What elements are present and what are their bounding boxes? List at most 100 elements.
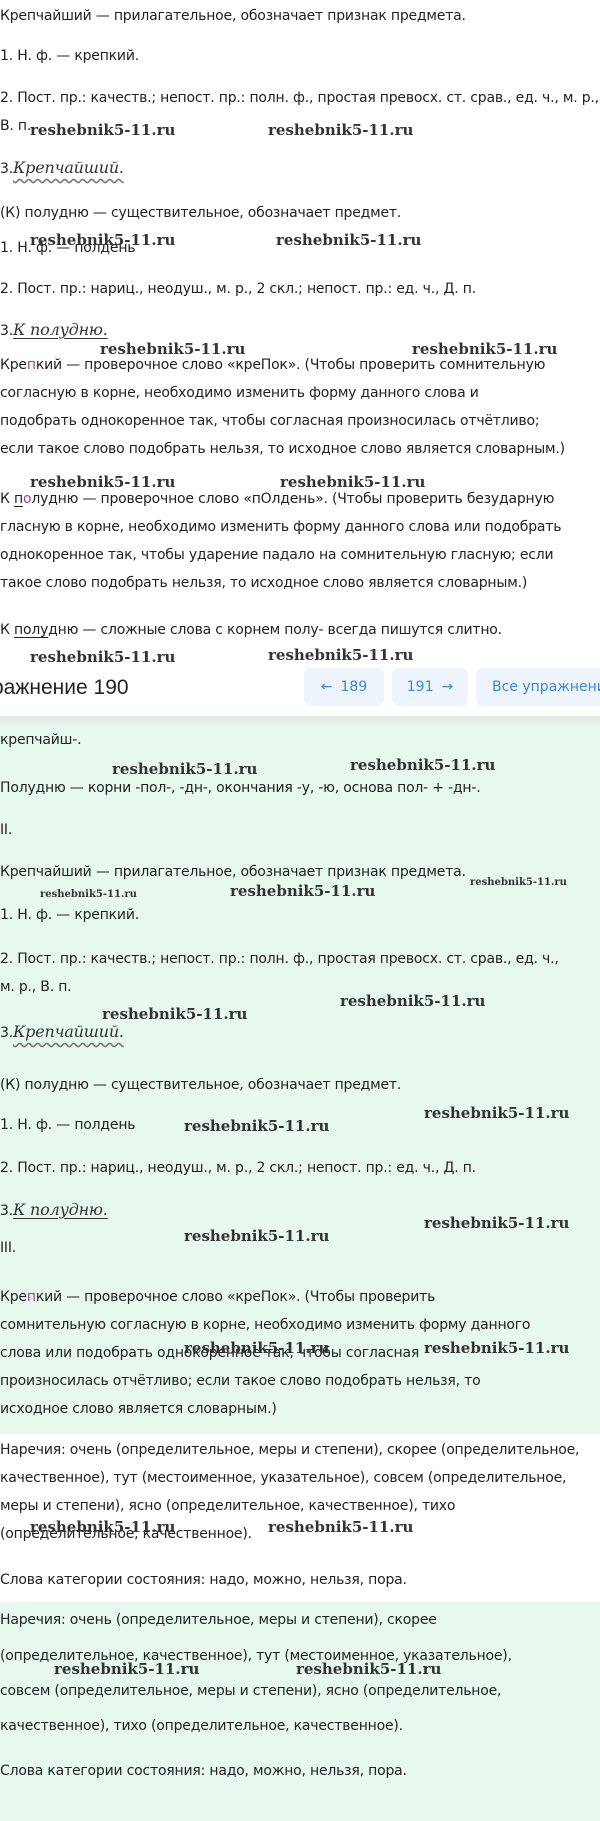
handwritten-word: Крепчайший.	[12, 1022, 124, 1041]
highlight-letter: п	[26, 1289, 36, 1305]
watermark: reshebnik5-11.ru	[30, 1518, 176, 1536]
watermark: reshebnik5-11.ru	[268, 646, 414, 664]
item-number: 3.	[0, 1025, 13, 1041]
watermark: reshebnik5-11.ru	[268, 121, 414, 139]
arrow-left-icon: ←	[320, 679, 333, 695]
text-part: лудню — проверочное слово «пОлдень». (Чт…	[31, 491, 555, 507]
text-line: Наречия: очень (определительное, меры и …	[0, 1442, 580, 1458]
watermark: reshebnik5-11.ru	[102, 1005, 248, 1023]
text-line: совсем (определительное, меры и степени)…	[0, 1683, 502, 1699]
text-line: 3.Крепчайший.	[0, 1022, 124, 1041]
watermark: reshebnik5-11.ru	[230, 882, 376, 900]
text-line: К полудню — сложные слова с корнем полу-…	[0, 622, 502, 638]
text-line: качественное), тут (местоименное, указат…	[0, 1470, 567, 1486]
text-line: В. п.	[0, 118, 32, 134]
text-line: Крепчайший — прилагательное, обозначает …	[0, 864, 466, 880]
nav-shadow	[0, 716, 600, 726]
text-line: произносилась отчётливо; если такое слов…	[0, 1373, 481, 1389]
underlined-letter: п	[14, 491, 23, 507]
text-line: III.	[0, 1240, 17, 1256]
text-line: 2. Пост. пр.: качеств.; непост. пр.: пол…	[0, 90, 599, 106]
watermark: reshebnik5-11.ru	[30, 648, 176, 666]
text-line-cut: исходное слово является словарным.)	[0, 1401, 277, 1417]
text-line: Наречия: очень (определительное, меры и …	[0, 1612, 437, 1628]
text-line: 3.К полудню.	[0, 320, 108, 339]
watermark: reshebnik5-11.ru	[350, 756, 496, 774]
watermark: reshebnik5-11.ru	[296, 1660, 442, 1678]
watermark: reshebnik5-11.ru	[40, 889, 137, 900]
text-part: дню — сложные слова с корнем полу- всегд…	[48, 622, 502, 638]
all-exercises-label: Все упражнени	[492, 679, 600, 695]
text-line: такое слово подобрать нельзя, то исходно…	[0, 575, 528, 591]
watermark: reshebnik5-11.ru	[340, 992, 486, 1010]
text-line: 2. Пост. пр.: нариц., неодуш., м. р., 2 …	[0, 1160, 476, 1176]
watermark: reshebnik5-11.ru	[184, 1227, 330, 1245]
text-line: II.	[0, 822, 13, 838]
text-line: (К) полудню — существительное, обозначае…	[0, 205, 402, 221]
item-number: 3.	[0, 323, 13, 339]
watermark: reshebnik5-11.ru	[30, 231, 176, 249]
text-part: Кре	[0, 1289, 27, 1305]
handwritten-word: К полудню.	[12, 1200, 108, 1219]
underlined-morpheme: полу	[14, 622, 49, 638]
text-line: если такое слово подобрать нельзя, то ис…	[0, 441, 565, 457]
text-line: Крепкий — проверочное слово «креПок». (Ч…	[0, 1289, 435, 1305]
text-line: м. р., В. п.	[0, 979, 72, 995]
text-line: Крепчайший — прилагательное, обозначает …	[0, 8, 466, 24]
watermark: reshebnik5-11.ru	[276, 231, 422, 249]
item-number: 3.	[0, 161, 13, 177]
text-line: 1. Н. ф. — полдень	[0, 1117, 136, 1133]
answer-block-green	[0, 1602, 600, 1821]
watermark: reshebnik5-11.ru	[100, 340, 246, 358]
text-line: 1. Н. ф. — крепкий.	[0, 48, 139, 64]
watermark: reshebnik5-11.ru	[424, 1104, 570, 1122]
text-line: 1. Н. ф. — крепкий.	[0, 907, 139, 923]
text-part: кий — проверочное слово «креПок». (Чтобы…	[35, 357, 546, 373]
text-line: качественное), тихо (определительное, ка…	[0, 1718, 403, 1734]
arrow-right-icon: →	[441, 679, 454, 695]
text-line: 3.Крепчайший.	[0, 158, 124, 177]
text-line: меры и степени), ясно (определительное, …	[0, 1498, 456, 1514]
text-line: согласную в корне, необходимо изменить ф…	[0, 385, 479, 401]
text-line: Полудню — корни -пол-, -дн-, окончания -…	[0, 780, 481, 796]
watermark: reshebnik5-11.ru	[30, 473, 176, 491]
text-part: К	[0, 622, 14, 638]
watermark: reshebnik5-11.ru	[112, 760, 258, 778]
next-exercise-button[interactable]: 191 →	[392, 668, 468, 706]
watermark: reshebnik5-11.ru	[54, 1660, 200, 1678]
watermark: reshebnik5-11.ru	[424, 1339, 570, 1357]
text-line: К полудню — проверочное слово «пОлдень».…	[0, 491, 554, 507]
all-exercises-button[interactable]: Все упражнени	[476, 668, 600, 706]
text-part: кий — проверочное слово «креПок». (Чтобы…	[35, 1289, 436, 1305]
text-line: сомнительную согласную в корне, необходи…	[0, 1317, 531, 1333]
watermark: reshebnik5-11.ru	[470, 877, 567, 888]
text-line: 2. Пост. пр.: качеств.; непост. пр.: пол…	[0, 951, 559, 967]
watermark: reshebnik5-11.ru	[184, 1117, 330, 1135]
text-line: 3.К полудню.	[0, 1200, 108, 1219]
text-part: Кре	[0, 357, 27, 373]
prev-exercise-label: 189	[340, 679, 368, 695]
watermark: reshebnik5-11.ru	[30, 121, 176, 139]
next-exercise-label: 191	[406, 679, 434, 695]
exercise-title: ражнение 190	[0, 676, 129, 699]
text-part: К	[0, 491, 14, 507]
text-line: крепчайш-.	[0, 732, 82, 748]
text-line: гласную в корне, необходимо изменить фор…	[0, 519, 562, 535]
watermark: reshebnik5-11.ru	[412, 340, 558, 358]
watermark: reshebnik5-11.ru	[280, 473, 426, 491]
text-line: однокоренное так, чтобы ударение падало …	[0, 547, 554, 563]
text-line: (К) полудню — существительное, обозначае…	[0, 1077, 402, 1093]
text-line: Слова категории состояния: надо, можно, …	[0, 1763, 407, 1779]
item-number: 3.	[0, 1203, 13, 1219]
handwritten-word: К полудню.	[12, 320, 108, 339]
watermark: reshebnik5-11.ru	[184, 1339, 330, 1357]
text-line: Крепкий — проверочное слово «креПок». (Ч…	[0, 357, 545, 373]
text-line: Слова категории состояния: надо, можно, …	[0, 1572, 407, 1588]
text-line: подобрать однокоренное так, чтобы соглас…	[0, 413, 540, 429]
text-line: 2. Пост. пр.: нариц., неодуш., м. р., 2 …	[0, 281, 476, 297]
watermark: reshebnik5-11.ru	[268, 1518, 414, 1536]
highlight-letter: п	[26, 357, 36, 373]
watermark: reshebnik5-11.ru	[424, 1214, 570, 1232]
handwritten-word: Крепчайший.	[12, 158, 124, 177]
prev-exercise-button[interactable]: ← 189	[304, 668, 384, 706]
